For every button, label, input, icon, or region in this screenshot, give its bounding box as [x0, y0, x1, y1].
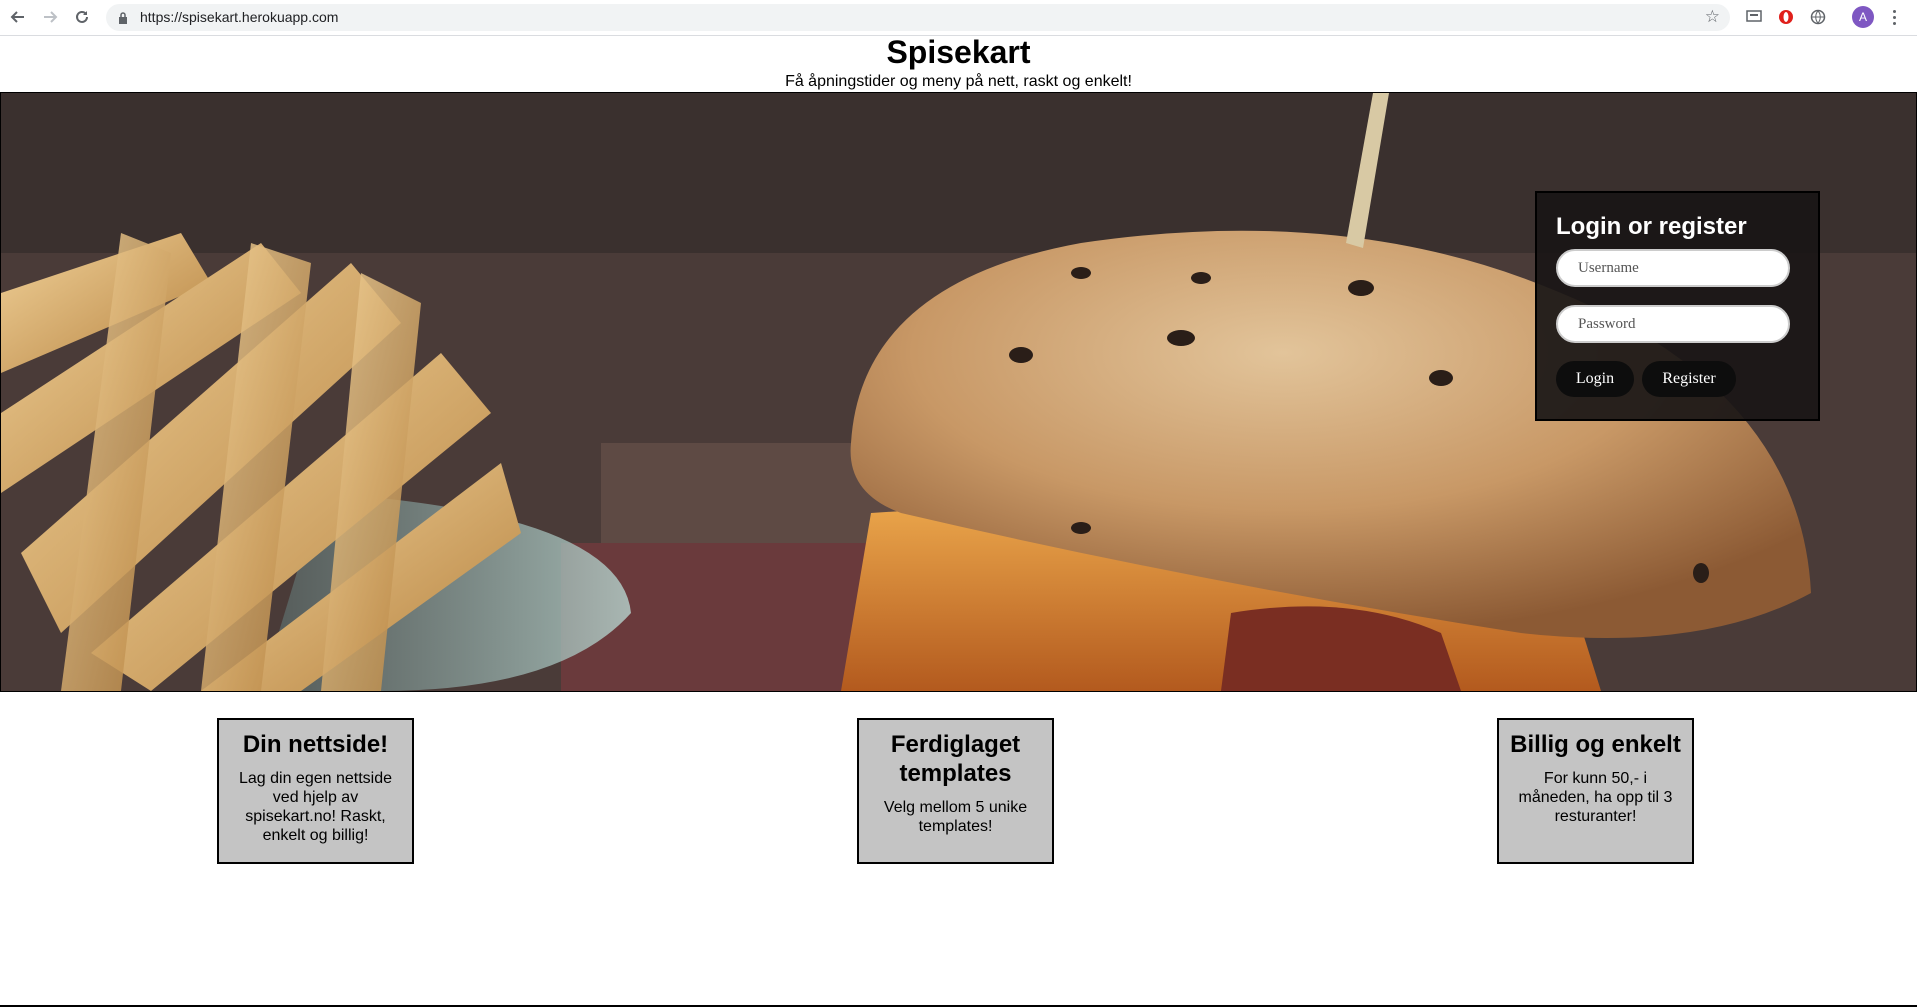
forward-icon[interactable]: [39, 6, 61, 28]
browser-toolbar: https://spisekart.herokuapp.com ☆ A: [0, 0, 1917, 36]
feature-text: Lag din egen nettside ved hjelp av spise…: [238, 770, 392, 844]
profile-avatar[interactable]: A: [1852, 6, 1874, 28]
feature-title: Din nettside!: [242, 731, 389, 758]
lock-icon: [118, 11, 128, 29]
reload-icon[interactable]: [71, 6, 93, 28]
site-title: Spisekart: [886, 34, 1031, 70]
username-input[interactable]: [1556, 249, 1790, 287]
login-button[interactable]: Login: [1556, 361, 1634, 397]
register-button[interactable]: Register: [1642, 361, 1736, 397]
bookmark-star-icon[interactable]: ☆: [1705, 7, 1720, 27]
password-input[interactable]: [1556, 305, 1790, 343]
login-title: Login or register: [1556, 213, 1747, 240]
globe-icon[interactable]: [1808, 7, 1828, 27]
feature-title: Billig og enkelt: [1510, 731, 1681, 758]
browser-menu-icon[interactable]: [1886, 6, 1902, 28]
address-bar[interactable]: https://spisekart.herokuapp.com ☆: [106, 4, 1730, 31]
extension-icon[interactable]: [1744, 7, 1764, 27]
back-icon[interactable]: [7, 6, 29, 28]
opera-icon[interactable]: [1776, 7, 1796, 27]
feature-title: Ferdiglaget templates: [890, 731, 1021, 787]
url-text[interactable]: https://spisekart.herokuapp.com: [140, 9, 338, 25]
feature-text: Velg mellom 5 unike templates!: [883, 799, 1028, 835]
site-subtitle: Få åpningstider og meny på nett, raskt o…: [785, 73, 1132, 90]
feature-text: For kunn 50,- i måneden, ha opp til 3 re…: [1518, 770, 1673, 825]
login-panel: Login or register Login Register: [1535, 191, 1820, 421]
feature-card: Din nettside! Lag din egen nettside ved …: [217, 718, 414, 864]
feature-card: Billig og enkelt For kunn 50,- i måneden…: [1497, 718, 1694, 864]
feature-card: Ferdiglaget templates Velg mellom 5 unik…: [857, 718, 1054, 864]
